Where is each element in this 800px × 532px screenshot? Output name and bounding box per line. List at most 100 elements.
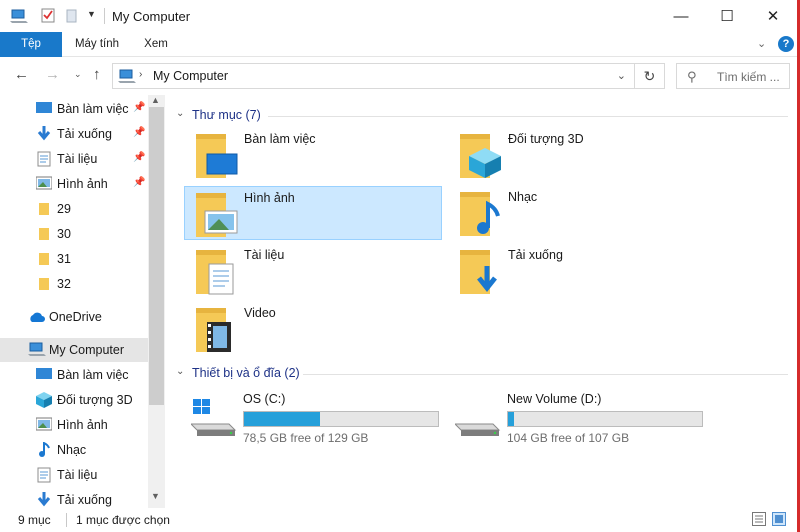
computer-icon[interactable]: [10, 8, 28, 27]
sidebar-item-label: My Computer: [49, 343, 125, 357]
tab-computer[interactable]: Máy tính: [62, 32, 132, 57]
folder-music[interactable]: Nhạc: [449, 186, 707, 240]
details-view-icon[interactable]: [752, 512, 766, 529]
folder-name: Hình ảnh: [244, 191, 295, 205]
sidebar-item-pc-pictures[interactable]: Hình ảnh: [0, 413, 148, 437]
scroll-down-icon[interactable]: ▼: [151, 491, 160, 501]
sidebar-item-documents[interactable]: Tài liệu 📌: [0, 147, 148, 171]
folder-downloads[interactable]: Tải xuống: [449, 244, 707, 298]
sidebar-item-label: Tải xuống: [57, 493, 112, 507]
sidebar-item-pc-3d-objects[interactable]: Đối tượng 3D: [0, 388, 148, 412]
scroll-up-icon[interactable]: ▲: [151, 95, 160, 105]
sidebar-item-folder-31[interactable]: 31: [0, 247, 148, 271]
folder-icon: [39, 278, 49, 290]
drive-free-space: 78,5 GB free of 129 GB: [243, 431, 369, 445]
collapse-chevron-icon[interactable]: ⌄: [176, 366, 184, 377]
drive-c[interactable]: OS (C:) 78,5 GB free of 129 GB: [191, 392, 451, 448]
tab-view[interactable]: Xem: [132, 32, 180, 57]
nav-pane-scrollbar[interactable]: ▲ ▼: [148, 95, 165, 508]
pin-icon[interactable]: 📌: [133, 102, 145, 113]
recent-locations-icon[interactable]: ⌄: [74, 69, 82, 80]
sidebar-item-label: Tài liệu: [57, 152, 98, 166]
sidebar-item-label: Bàn làm việc: [57, 368, 129, 382]
search-input[interactable]: ⚲ Tìm kiếm ...: [676, 63, 790, 89]
folder-documents[interactable]: Tài liệu: [185, 244, 443, 298]
content-pane: ⌄ Thư mục (7) Bàn làm việc Đối tượng 3D …: [170, 95, 797, 508]
breadcrumb-separator-icon[interactable]: ›: [139, 69, 142, 80]
sidebar-item-pictures[interactable]: Hình ảnh 📌: [0, 172, 148, 196]
sidebar-item-my-computer[interactable]: My Computer: [0, 338, 148, 362]
3d-objects-icon: [36, 392, 52, 408]
tab-file[interactable]: Tệp: [0, 32, 62, 57]
pin-icon[interactable]: 📌: [133, 177, 145, 188]
folders-group-title: Thư mục (7): [192, 108, 261, 122]
close-button[interactable]: ✕: [750, 0, 796, 32]
item-count: 9 mục: [18, 513, 51, 527]
desktop-icon: [36, 368, 52, 379]
minimize-button[interactable]: —: [658, 0, 704, 32]
music-folder-icon: [460, 192, 500, 236]
customize-toolbar-icon[interactable]: ▼: [87, 9, 96, 19]
address-text[interactable]: My Computer: [153, 69, 228, 83]
scrollbar-thumb[interactable]: [149, 107, 164, 405]
sidebar-item-folder-32[interactable]: 32: [0, 272, 148, 296]
folder-desktop[interactable]: Bàn làm việc: [185, 128, 443, 182]
sidebar-item-label: Hình ảnh: [57, 418, 108, 432]
group-divider: [268, 116, 788, 117]
properties-icon[interactable]: [40, 7, 56, 26]
pin-icon[interactable]: 📌: [133, 127, 145, 138]
computer-icon: [28, 342, 46, 356]
sidebar-item-label: 32: [57, 277, 71, 291]
large-icons-view-icon[interactable]: [772, 512, 786, 529]
selection-count: 1 mục được chọn: [76, 513, 170, 527]
sidebar-item-label: Bàn làm việc: [57, 102, 129, 116]
help-button[interactable]: ?: [778, 36, 794, 52]
sidebar-item-folder-29[interactable]: 29: [0, 197, 148, 221]
search-icon: ⚲: [687, 69, 697, 84]
drive-usage-fill: [244, 412, 320, 426]
videos-folder-icon: [196, 308, 231, 352]
new-folder-icon[interactable]: [65, 8, 79, 27]
drive-usage-fill: [508, 412, 514, 426]
pin-icon[interactable]: 📌: [133, 152, 145, 163]
group-divider: [303, 374, 788, 375]
hard-drive-icon: [455, 423, 501, 436]
desktop-folder-icon: [196, 134, 238, 178]
address-bar[interactable]: › My Computer ⌄: [112, 63, 635, 89]
folder-name: Đối tượng 3D: [508, 132, 584, 146]
sidebar-item-label: OneDrive: [49, 310, 102, 324]
maximize-button[interactable]: ☐: [704, 0, 750, 32]
folder-name: Nhạc: [508, 190, 538, 204]
folder-icon: [39, 253, 49, 265]
search-placeholder: Tìm kiếm ...: [717, 70, 780, 84]
forward-arrow-icon[interactable]: →: [45, 66, 60, 83]
expand-ribbon-icon[interactable]: ⌄: [757, 37, 766, 50]
pictures-folder-icon: [196, 193, 238, 237]
drive-d[interactable]: New Volume (D:) 104 GB free of 107 GB: [455, 392, 715, 448]
folder-3d-objects[interactable]: Đối tượng 3D: [449, 128, 707, 182]
drive-free-space: 104 GB free of 107 GB: [507, 431, 630, 445]
sidebar-item-pc-documents[interactable]: Tài liệu: [0, 463, 148, 487]
download-icon: [37, 126, 51, 141]
folder-name: Bàn làm việc: [244, 132, 316, 146]
sidebar-item-desktop[interactable]: Bàn làm việc 📌: [0, 97, 148, 121]
folder-pictures[interactable]: Hình ảnh: [184, 186, 442, 240]
address-history-icon[interactable]: ⌄: [617, 69, 626, 82]
document-icon: [37, 467, 51, 483]
sidebar-item-pc-desktop[interactable]: Bàn làm việc: [0, 363, 148, 387]
folder-videos[interactable]: Video: [185, 302, 443, 356]
refresh-icon: ↻: [643, 67, 656, 84]
sidebar-item-downloads[interactable]: Tải xuống 📌: [0, 122, 148, 146]
refresh-button[interactable]: ↻: [635, 63, 665, 89]
sidebar-item-pc-downloads[interactable]: Tải xuống: [0, 488, 148, 508]
title-divider: [104, 8, 105, 24]
back-arrow-icon[interactable]: ←: [14, 66, 29, 83]
up-arrow-icon[interactable]: ↑: [93, 66, 101, 83]
window-title: My Computer: [112, 9, 191, 24]
sidebar-item-label: Tải xuống: [57, 127, 112, 141]
sidebar-item-pc-music[interactable]: Nhạc: [0, 438, 148, 462]
pictures-icon: [36, 176, 52, 190]
collapse-chevron-icon[interactable]: ⌄: [176, 108, 184, 119]
sidebar-item-onedrive[interactable]: OneDrive: [0, 305, 148, 329]
sidebar-item-folder-30[interactable]: 30: [0, 222, 148, 246]
